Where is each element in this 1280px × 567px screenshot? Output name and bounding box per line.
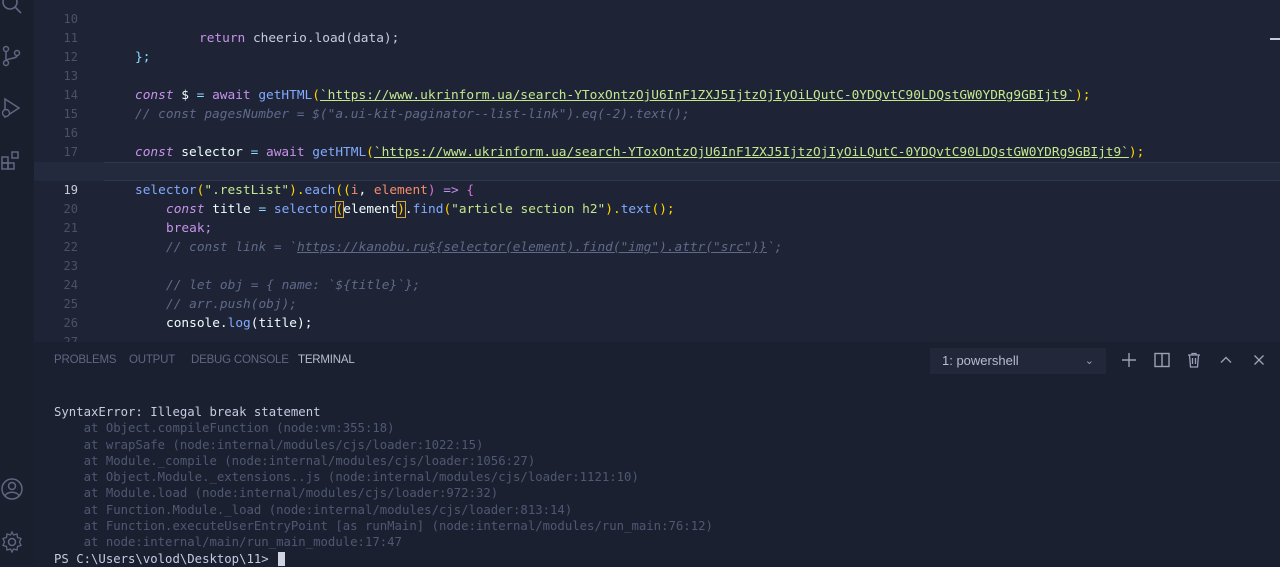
tab-output[interactable]: OUTPUT (129, 354, 175, 366)
code-line[interactable]: 22 (34, 219, 1280, 254)
code-line[interactable]: 16 const selector = await getHTML(`https… (34, 105, 1280, 160)
search-icon[interactable] (0, 0, 24, 16)
stack-trace-line: at Module.load (node:internal/modules/cj… (54, 486, 499, 501)
code-line[interactable]: 26 (34, 295, 1280, 330)
code-line[interactable]: 20 break; (34, 181, 1280, 236)
terminal-select-value: 1: powershell (942, 353, 1019, 368)
code-line[interactable]: 21 // const link = `https://kanobu.ru${s… (34, 200, 1280, 255)
trash-icon[interactable] (1185, 351, 1203, 369)
bottom-panel: PROBLEMS OUTPUT DEBUG CONSOLE TERMINAL 1… (34, 342, 1280, 567)
chevron-down-icon: ⌄ (1084, 355, 1094, 367)
stack-trace-line: at node:internal/main/run_main_module:17… (54, 535, 402, 550)
code-line[interactable]: 15 (34, 86, 1280, 121)
extensions-icon[interactable] (0, 148, 24, 172)
code-line[interactable]: 14 // const pagesNumber = $("a.ui-kit-pa… (34, 67, 1280, 122)
error-message: SyntaxError: Illegal break statement (54, 405, 321, 419)
activity-bar (0, 0, 34, 565)
split-icon[interactable] (1153, 351, 1171, 369)
terminal-select-dropdown[interactable]: 1: powershell ⌄ (930, 348, 1106, 374)
code-line[interactable]: 27 }); (34, 314, 1280, 342)
line-number: 27 (63, 335, 78, 342)
code-line[interactable]: 13 const $ = await getHTML(`https://www.… (34, 48, 1280, 103)
prompt-text: PS C:\Users\volod\Desktop\11> (54, 551, 277, 566)
code-line[interactable]: 18 selector(".restList").each((i, elemen… (34, 143, 1280, 198)
stack-trace-line: at Object.Module._extensions..js (node:i… (54, 470, 639, 485)
code-line[interactable]: 10 return cheerio.load(data); (34, 0, 1280, 46)
code-line[interactable]: 23 // let obj = { name: `${title}`}; (34, 238, 1280, 293)
code-line-current[interactable]: 19 const title = selector(element).find(… (34, 162, 1280, 218)
terminal-cursor (278, 552, 286, 567)
run-debug-icon[interactable] (0, 96, 24, 120)
tab-problems[interactable]: PROBLEMS (54, 354, 117, 366)
code-line[interactable]: 25 console.log(title); (34, 276, 1280, 331)
stack-trace-line: at Function.executeUserEntryPoint [as ru… (54, 519, 713, 534)
plus-icon[interactable] (1120, 351, 1138, 369)
close-icon[interactable] (1250, 351, 1268, 369)
code-line[interactable]: 11 }; (34, 10, 1280, 65)
stack-trace-line: at wrapSafe (node:internal/modules/cjs/l… (54, 437, 484, 452)
tab-debug-console[interactable]: DEBUG CONSOLE (191, 354, 289, 366)
tab-terminal[interactable]: TERMINAL (298, 354, 355, 366)
chevron-up-icon[interactable] (1217, 351, 1235, 369)
code-line[interactable]: 17 (34, 124, 1280, 159)
source-control-icon[interactable] (0, 44, 24, 68)
stack-trace-line: at Object.compileFunction (node:vm:355:1… (54, 421, 395, 436)
settings-gear-icon[interactable] (0, 530, 24, 554)
code-line[interactable]: 24 // arr.push(obj); (34, 257, 1280, 312)
account-icon[interactable] (0, 477, 24, 501)
stack-trace-line: at Module._compile (node:internal/module… (54, 453, 536, 468)
terminal-output[interactable]: SyntaxError: Illegal break statement at … (54, 404, 1254, 567)
stack-trace-line: at Function.Module._load (node:internal/… (54, 502, 573, 517)
code-line[interactable]: 12 (34, 29, 1280, 64)
code-editor[interactable]: 10 return cheerio.load(data); 11 }; 12 1… (34, 0, 1280, 342)
